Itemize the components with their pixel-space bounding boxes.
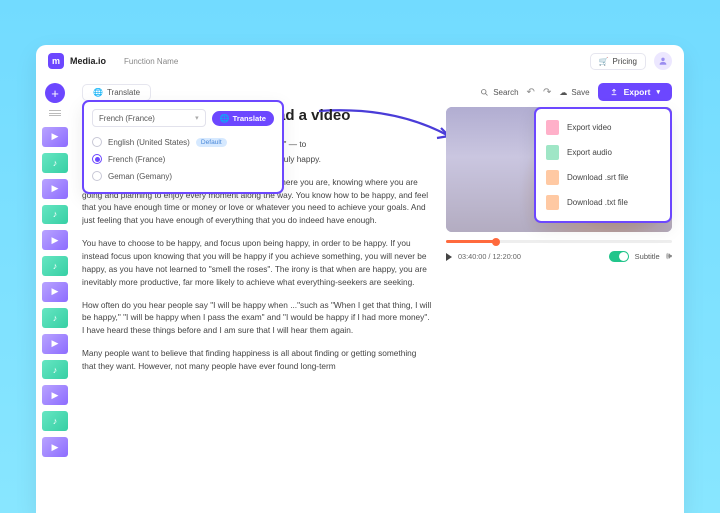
search-button[interactable]: Search [480,88,518,97]
export-button[interactable]: Export ▾ [598,83,672,101]
translate-popup: French (France) ▾ 🌐 Translate English (U… [82,100,284,194]
language-option-french[interactable]: French (France) [92,154,274,164]
export-audio-item[interactable]: Export audio [540,140,666,165]
default-badge: Default [196,138,227,147]
export-dropdown: Export video Export audio Download .srt … [534,107,672,223]
subtitle-toggle[interactable] [609,251,629,262]
subtitle-label: Subtitle [635,252,660,261]
brand-name: Media.io [70,56,106,66]
language-option-german[interactable]: Geman (Gemany) [92,171,274,181]
thumbnail-audio[interactable]: ♪ [42,205,68,225]
translate-icon: 🌐 [220,114,230,123]
translate-label: Translate [107,88,140,97]
video-file-icon [546,120,559,135]
topbar: m Media.io Function Name 🛒 Pricing [36,45,684,77]
save-button[interactable]: ☁ Save [559,88,589,97]
transcript-paragraph: You have to choose to be happy, and focu… [82,237,432,288]
redo-button[interactable]: ↷ [543,87,551,98]
thumbnail-video[interactable]: ▶ [42,437,68,457]
radio-icon [92,137,102,147]
thumbnail-video[interactable]: ▶ [42,127,68,147]
progress-handle-icon[interactable] [492,238,500,246]
language-select[interactable]: French (France) ▾ [92,109,206,127]
user-icon [658,56,668,66]
undo-button[interactable]: ↶ [527,87,535,98]
player-controls: 03:40:00 / 12:20:00 Subtitle 🕪 [446,251,672,262]
cart-icon: 🛒 [599,57,609,66]
audio-file-icon [546,145,559,160]
export-video-item[interactable]: Export video [540,115,666,140]
progress-bar[interactable] [446,240,672,243]
search-icon [480,88,489,97]
brand-logo-icon: m [48,53,64,69]
translate-action-button[interactable]: 🌐 Translate [212,111,274,126]
thumbnail-audio[interactable]: ♪ [42,360,68,380]
function-name: Function Name [124,57,178,66]
thumbnail-audio[interactable]: ♪ [42,153,68,173]
avatar[interactable] [654,52,672,70]
translate-chip[interactable]: 🌐 Translate [82,84,151,101]
brand: m Media.io [48,53,106,69]
play-button[interactable] [446,253,452,261]
thumbnail-audio[interactable]: ♪ [42,308,68,328]
transcript-paragraph: How often do you hear people say "I will… [82,299,432,338]
side-rail: + ▶ ♪ ▶ ♪ ▶ ♪ ▶ ♪ ▶ ♪ ▶ ♪ ▶ [36,77,74,513]
radio-icon [92,171,102,181]
radio-selected-icon [92,154,102,164]
pricing-label: Pricing [613,57,637,66]
pricing-button[interactable]: 🛒 Pricing [590,53,646,70]
translate-icon: 🌐 [93,88,103,97]
thumbnail-video[interactable]: ▶ [42,385,68,405]
download-srt-item[interactable]: Download .srt file [540,165,666,190]
media-thumbnails: ▶ ♪ ▶ ♪ ▶ ♪ ▶ ♪ ▶ ♪ ▶ ♪ ▶ [39,127,71,457]
language-option-english[interactable]: English (United States) Default [92,137,274,147]
thumbnail-audio[interactable]: ♪ [42,411,68,431]
thumbnail-video[interactable]: ▶ [42,334,68,354]
thumbnail-audio[interactable]: ♪ [42,256,68,276]
upload-icon [610,88,618,96]
thumbnail-video[interactable]: ▶ [42,282,68,302]
thumbnail-video[interactable]: ▶ [42,179,68,199]
srt-file-icon [546,170,559,185]
menu-icon[interactable] [46,107,64,119]
time-display: 03:40:00 / 12:20:00 [458,252,521,261]
volume-icon[interactable]: 🕪 [666,251,672,262]
thumbnail-video[interactable]: ▶ [42,230,68,250]
chevron-down-icon: ▾ [656,88,660,96]
cloud-save-icon: ☁ [559,88,567,97]
chevron-down-icon: ▾ [195,114,199,122]
download-txt-item[interactable]: Download .txt file [540,190,666,215]
txt-file-icon [546,195,559,210]
app-window: m Media.io Function Name 🛒 Pricing + ▶ ♪… [36,45,684,513]
transcript-paragraph: Many people want to believe that finding… [82,347,432,373]
add-media-button[interactable]: + [45,83,65,103]
